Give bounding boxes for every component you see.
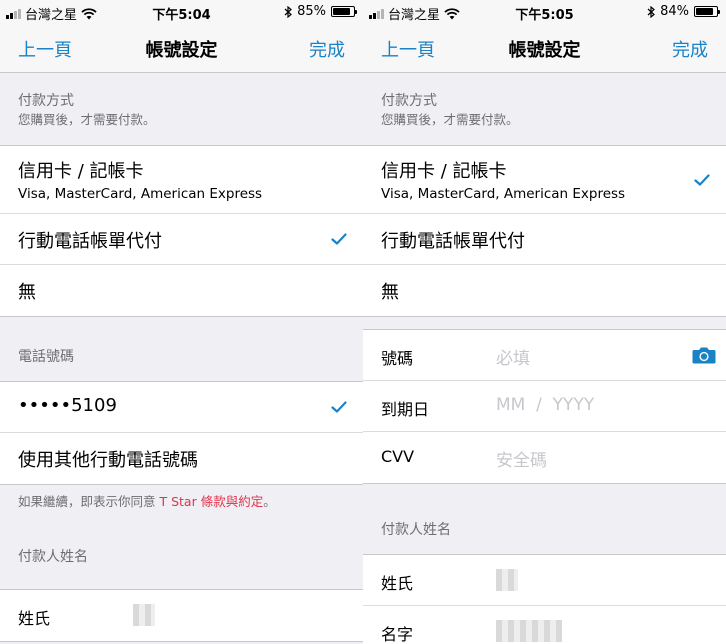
- expiry-row[interactable]: 到期日 MM / YYYY: [363, 381, 726, 432]
- payment-header: 付款方式: [18, 93, 74, 109]
- bluetooth-icon: [647, 5, 656, 18]
- expiry-label: 到期日: [381, 400, 430, 419]
- cvv-label: CVV: [381, 447, 415, 466]
- payment-section-header: 付款方式 您購買後，才需要付款。: [0, 73, 363, 145]
- payment-subheader: 您購買後，才需要付款。: [18, 112, 156, 127]
- expiry-input[interactable]: MM / YYYY: [496, 395, 594, 415]
- payment-options: 信用卡 / 記帳卡 Visa, MasterCard, American Exp…: [0, 145, 363, 317]
- card-form: 號碼 必填 到期日 MM / YYYY CVV 安全碼: [363, 329, 726, 484]
- status-right: 84%: [647, 4, 720, 19]
- screen-credit-card: 台灣之星 下午5:05 84% 上一頁 帳號設定 完成 付款方式 您購買後，才需…: [363, 0, 726, 644]
- option-title: 行動電話帳單代付: [18, 231, 162, 252]
- screen-mobile-billing: 台灣之星 下午5:04 85% 上一頁 帳號設定 完成 付款方式 您購買後，才需…: [0, 0, 363, 644]
- checkmark-icon: [331, 401, 347, 413]
- option-title: 信用卡 / 記帳卡: [18, 161, 144, 182]
- payer-section-header: 付款人姓名: [0, 535, 363, 589]
- content: 付款方式 您購買後，才需要付款。 信用卡 / 記帳卡 Visa, MasterC…: [363, 73, 726, 644]
- payment-option-none[interactable]: 無: [363, 265, 726, 316]
- phone-number: •••••5109: [18, 395, 117, 416]
- last-name-label: 姓氏: [18, 609, 51, 628]
- card-number-input[interactable]: 必填: [496, 344, 530, 369]
- status-bar: 台灣之星 下午5:05 84%: [363, 0, 726, 24]
- done-button[interactable]: 完成: [309, 36, 345, 62]
- battery-percent: 85%: [297, 4, 326, 19]
- payment-option-none[interactable]: 無: [0, 265, 363, 316]
- content: 付款方式 您購買後，才需要付款。 信用卡 / 記帳卡 Visa, MasterC…: [0, 73, 363, 644]
- payer-fields: 姓氏: [0, 589, 363, 642]
- option-title: 無: [18, 282, 36, 303]
- nav-bar: 上一頁 帳號設定 完成: [363, 24, 726, 73]
- terms-suffix: 。: [263, 494, 276, 509]
- last-name-row[interactable]: 姓氏: [0, 590, 363, 641]
- cvv-input[interactable]: 安全碼: [496, 446, 547, 471]
- use-other-phone-row[interactable]: 使用其他行動電話號碼: [0, 433, 363, 484]
- last-name-value: [133, 604, 155, 626]
- checkmark-icon: [331, 233, 347, 245]
- done-button[interactable]: 完成: [672, 36, 708, 62]
- status-right: 85%: [284, 4, 357, 19]
- last-name-value: [496, 569, 518, 591]
- bluetooth-icon: [284, 5, 293, 18]
- first-name-value: [496, 620, 562, 642]
- payer-header: 付款人姓名: [18, 549, 88, 565]
- option-title: 行動電話帳單代付: [381, 231, 525, 252]
- payment-option-mobile-billing[interactable]: 行動電話帳單代付: [363, 214, 726, 265]
- battery-percent: 84%: [660, 4, 689, 19]
- payment-options: 信用卡 / 記帳卡 Visa, MasterCard, American Exp…: [363, 145, 726, 317]
- payment-option-mobile-billing[interactable]: 行動電話帳單代付: [0, 214, 363, 265]
- cvv-row[interactable]: CVV 安全碼: [363, 432, 726, 483]
- camera-icon[interactable]: [692, 346, 716, 364]
- checkmark-icon: [694, 173, 710, 186]
- payment-header: 付款方式: [381, 93, 437, 109]
- payment-section-header: 付款方式 您購買後，才需要付款。: [363, 73, 726, 145]
- card-number-label: 號碼: [381, 349, 414, 368]
- terms-prefix: 如果繼續，即表示你同意: [18, 494, 160, 509]
- phone-number-row[interactable]: •••••5109: [0, 382, 363, 433]
- phone-header: 電話號碼: [18, 349, 74, 365]
- last-name-label: 姓氏: [381, 574, 414, 593]
- payment-option-credit-card[interactable]: 信用卡 / 記帳卡 Visa, MasterCard, American Exp…: [363, 146, 726, 214]
- terms-link[interactable]: T Star 條款與約定: [159, 494, 263, 509]
- option-title: 無: [381, 282, 399, 303]
- battery-icon: [331, 6, 357, 17]
- phone-options: •••••5109 使用其他行動電話號碼: [0, 381, 363, 485]
- terms-note: 如果繼續，即表示你同意 T Star 條款與約定。: [0, 485, 363, 535]
- use-other-phone: 使用其他行動電話號碼: [18, 450, 198, 471]
- battery-icon: [694, 6, 720, 17]
- first-name-row[interactable]: 名字: [363, 606, 726, 644]
- option-subtitle: Visa, MasterCard, American Express: [18, 186, 263, 202]
- stage: 台灣之星 下午5:04 85% 上一頁 帳號設定 完成 付款方式 您購買後，才需…: [0, 0, 726, 644]
- payment-subheader: 您購買後，才需要付款。: [381, 112, 519, 127]
- card-number-row[interactable]: 號碼 必填: [363, 330, 726, 381]
- nav-bar: 上一頁 帳號設定 完成: [0, 24, 363, 73]
- payment-option-credit-card[interactable]: 信用卡 / 記帳卡 Visa, MasterCard, American Exp…: [0, 146, 363, 214]
- last-name-row[interactable]: 姓氏: [363, 555, 726, 606]
- payer-fields: 姓氏 名字: [363, 554, 726, 644]
- status-bar: 台灣之星 下午5:04 85%: [0, 0, 363, 24]
- first-name-label: 名字: [381, 625, 414, 644]
- option-title: 信用卡 / 記帳卡: [381, 161, 507, 182]
- phone-section-header: 電話號碼: [0, 317, 363, 381]
- payer-section-header: 付款人姓名: [363, 484, 726, 554]
- payer-header: 付款人姓名: [381, 522, 451, 538]
- option-subtitle: Visa, MasterCard, American Express: [381, 186, 626, 202]
